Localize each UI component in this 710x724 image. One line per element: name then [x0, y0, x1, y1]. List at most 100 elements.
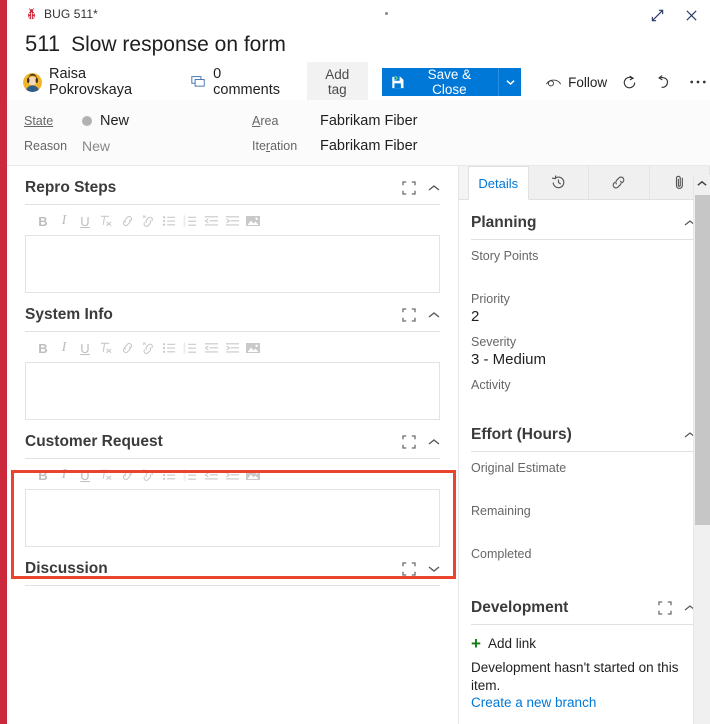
expand-section-button[interactable] — [428, 565, 440, 573]
unlink-icon[interactable] — [138, 212, 158, 230]
work-item-type-label: BUG 511* — [44, 7, 98, 21]
priority-value[interactable]: 2 — [471, 306, 696, 326]
work-item-type-accent-bar — [0, 0, 7, 724]
increase-indent-icon[interactable] — [222, 212, 242, 230]
field-completed: Completed — [471, 538, 696, 581]
numbered-list-icon[interactable]: 123 — [180, 339, 200, 357]
bold-icon[interactable]: B — [33, 339, 53, 357]
increase-indent-icon[interactable] — [222, 466, 242, 484]
link-icon[interactable] — [117, 466, 137, 484]
numbered-list-icon[interactable]: 123 — [180, 212, 200, 230]
clear-format-icon[interactable] — [96, 212, 116, 230]
planning-section-header: Planning — [471, 200, 696, 240]
unlink-icon[interactable] — [138, 466, 158, 484]
decrease-indent-icon[interactable] — [201, 212, 221, 230]
state-field[interactable]: New — [82, 113, 252, 129]
avatar — [23, 72, 42, 92]
section-title: Discussion — [25, 560, 108, 577]
italic-icon[interactable]: I — [54, 339, 74, 357]
unlink-icon[interactable] — [138, 339, 158, 357]
system-info-editor[interactable] — [25, 362, 440, 420]
bullet-list-icon[interactable] — [159, 466, 179, 484]
maximize-section-button[interactable] — [402, 435, 416, 449]
chevron-down-icon — [505, 79, 515, 85]
collapse-section-button[interactable] — [428, 311, 440, 319]
close-button[interactable] — [680, 4, 702, 26]
maximize-development-button[interactable] — [658, 601, 672, 615]
bold-icon[interactable]: B — [33, 466, 53, 484]
command-bar: Raisa Pokrovskaya 0 comments Add tag Sav… — [7, 62, 710, 102]
clear-format-icon[interactable] — [96, 466, 116, 484]
create-new-branch-link[interactable]: Create a new branch — [471, 695, 696, 710]
add-link-label: Add link — [487, 636, 536, 651]
add-link-button[interactable]: + Add link — [471, 625, 696, 652]
tab-history[interactable] — [528, 166, 590, 199]
link-icon[interactable] — [117, 339, 137, 357]
chevron-up-icon — [428, 185, 440, 191]
tab-details-label: Details — [478, 175, 519, 191]
section-title: Repro Steps — [25, 179, 117, 196]
remaining-value[interactable] — [471, 518, 696, 538]
more-options-button[interactable] — [686, 69, 710, 95]
form-header: BUG 511* 511 Slow response on form Raisa… — [7, 0, 710, 102]
state-label: State — [24, 114, 54, 128]
refresh-button[interactable] — [617, 69, 641, 95]
save-and-close-button[interactable]: Save & Close — [382, 67, 498, 97]
italic-icon[interactable]: I — [54, 212, 74, 230]
link-icon[interactable] — [117, 212, 137, 230]
original-estimate-label: Original Estimate — [471, 461, 567, 475]
assigned-to-field[interactable]: Raisa Pokrovskaya — [23, 66, 163, 98]
section-discussion: Discussion — [7, 547, 458, 586]
customer-request-editor[interactable] — [25, 489, 440, 547]
maximize-section-button[interactable] — [402, 181, 416, 195]
insert-image-icon[interactable] — [243, 466, 263, 484]
svg-text:3: 3 — [183, 349, 186, 354]
insert-image-icon[interactable] — [243, 339, 263, 357]
collapse-section-button[interactable] — [428, 438, 440, 446]
story-points-value[interactable] — [471, 263, 696, 283]
underline-icon[interactable]: U — [75, 212, 95, 230]
scrollbar-thumb[interactable] — [695, 195, 710, 525]
comments-button[interactable]: 0 comments — [191, 66, 286, 98]
clear-format-icon[interactable] — [96, 339, 116, 357]
rich-text-toolbar: B I U 123 — [25, 459, 440, 489]
details-tabs: Details — [459, 166, 710, 200]
increase-indent-icon[interactable] — [222, 339, 242, 357]
underline-icon[interactable]: U — [75, 339, 95, 357]
add-tag-button[interactable]: Add tag — [306, 62, 369, 102]
maximize-section-button[interactable] — [402, 562, 416, 576]
iteration-value[interactable]: Fabrikam Fiber — [320, 138, 710, 154]
svg-text:3: 3 — [183, 222, 186, 227]
bullet-list-icon[interactable] — [159, 212, 179, 230]
right-panel-scrollbar[interactable] — [693, 175, 710, 724]
insert-image-icon[interactable] — [243, 212, 263, 230]
decrease-indent-icon[interactable] — [201, 466, 221, 484]
repro-steps-editor[interactable] — [25, 235, 440, 293]
area-value[interactable]: Fabrikam Fiber — [320, 113, 710, 129]
tab-details[interactable]: Details — [468, 166, 529, 200]
section-header: Customer Request — [25, 420, 440, 459]
revert-button[interactable] — [651, 69, 675, 95]
severity-value[interactable]: 3 - Medium — [471, 349, 696, 369]
field-remaining: Remaining — [471, 495, 696, 538]
expand-button[interactable] — [646, 4, 668, 26]
tab-links[interactable] — [589, 166, 650, 199]
bold-icon[interactable]: B — [33, 212, 53, 230]
reason-value[interactable]: New — [82, 138, 252, 154]
scroll-up-button[interactable] — [694, 175, 710, 192]
underline-icon[interactable]: U — [75, 466, 95, 484]
refresh-icon — [623, 75, 636, 88]
decrease-indent-icon[interactable] — [201, 339, 221, 357]
work-item-title-input[interactable]: Slow response on form — [71, 33, 286, 57]
italic-icon[interactable]: I — [54, 466, 74, 484]
save-options-dropdown[interactable] — [497, 68, 522, 96]
numbered-list-icon[interactable]: 123 — [180, 466, 200, 484]
activity-value[interactable] — [471, 392, 696, 412]
maximize-section-button[interactable] — [402, 308, 416, 322]
bullet-list-icon[interactable] — [159, 339, 179, 357]
fullscreen-icon — [402, 435, 416, 449]
original-estimate-value[interactable] — [471, 475, 696, 495]
completed-value[interactable] — [471, 561, 696, 581]
collapse-section-button[interactable] — [428, 184, 440, 192]
follow-button[interactable]: Follow — [545, 75, 607, 90]
